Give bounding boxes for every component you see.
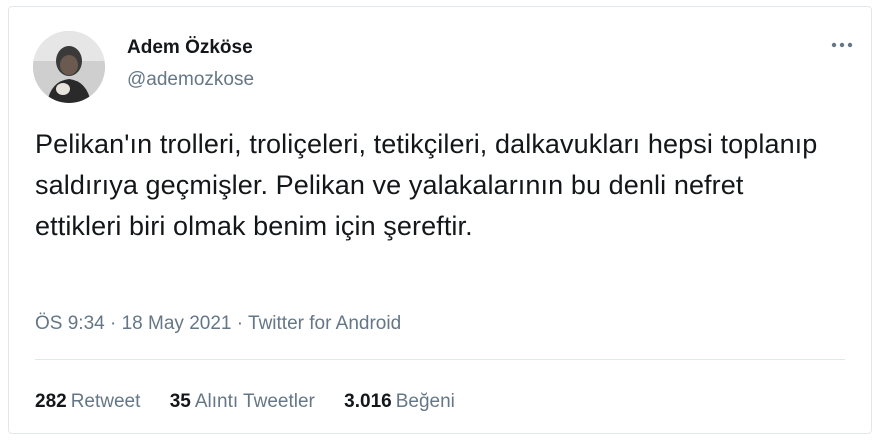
more-options-button[interactable] [827, 33, 857, 57]
quote-tweet-label: Alıntı Tweetler [194, 391, 315, 412]
retweet-label: Retweet [70, 391, 141, 412]
like-stat[interactable]: 3.016 Beğeni [344, 391, 455, 413]
tweet-time[interactable]: ÖS 9:34 [35, 313, 105, 334]
divider [35, 359, 845, 360]
tweet-stats: 282 Retweet 35 Alıntı Tweetler 3.016 Beğeni [35, 391, 479, 413]
quote-tweet-stat[interactable]: 35 Alıntı Tweetler [170, 391, 315, 413]
retweet-stat[interactable]: 282 Retweet [35, 391, 140, 413]
tweet-meta: ÖS 9:34 · 18 May 2021 · Twitter for Andr… [35, 313, 401, 335]
quote-tweet-count: 35 [169, 391, 191, 412]
tweet-card: Adem Özköse @ademozkose Pelikan'ın troll… [8, 6, 872, 434]
more-horizontal-icon [831, 42, 853, 48]
avatar-photo [33, 31, 105, 103]
author-name[interactable]: Adem Özköse [127, 37, 253, 59]
tweet-text: Pelikan'ın trolleri, troliçeleri, tetikç… [35, 129, 818, 241]
like-count: 3.016 [344, 391, 392, 412]
meta-separator: · [110, 313, 117, 334]
like-label: Beğeni [395, 391, 455, 412]
meta-separator: · [236, 313, 244, 334]
author-handle[interactable]: @ademozkose [127, 69, 254, 91]
tweet-date[interactable]: 18 May 2021 [122, 313, 232, 334]
avatar[interactable] [33, 31, 105, 103]
retweet-count: 282 [35, 391, 67, 412]
tweet-source[interactable]: Twitter for Android [248, 313, 401, 334]
